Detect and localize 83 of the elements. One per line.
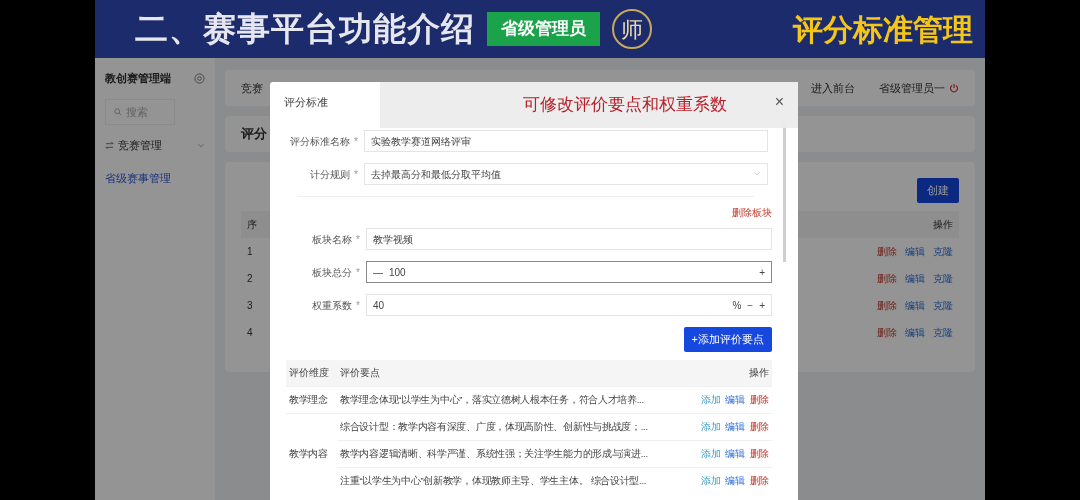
front-link[interactable]: 进入前台 (811, 79, 855, 97)
required-mark: * (354, 135, 358, 147)
slide-title: 二、赛事平台功能介绍 (135, 9, 475, 50)
power-icon[interactable] (949, 83, 959, 93)
action-link[interactable]: 删除 (749, 393, 769, 405)
close-button[interactable]: × (774, 94, 784, 110)
column-header: 操作 (933, 218, 953, 230)
search-icon (114, 107, 122, 116)
increment-button[interactable]: + (759, 264, 765, 280)
action-link[interactable]: 添加 (701, 447, 721, 459)
action-link[interactable]: 编辑 (725, 393, 745, 405)
add-point-button[interactable]: +添加评价要点 (683, 327, 772, 352)
increment-button[interactable]: + (759, 297, 765, 313)
swap-icon (105, 140, 114, 150)
input-field[interactable]: 实验教学赛道网络评审 (364, 130, 768, 152)
column-header: 评价维度 (286, 359, 337, 387)
action-link[interactable]: 添加 (701, 475, 721, 487)
table-cell: 教学理念 (286, 386, 337, 414)
action-link[interactable]: 删除 (749, 420, 769, 432)
action-link[interactable]: 克隆 (933, 245, 953, 257)
app-name: 教创赛管理端 (105, 71, 171, 86)
required-mark: * (356, 233, 360, 245)
action-link[interactable]: 编辑 (905, 272, 925, 284)
column-header: 操作 (684, 359, 772, 387)
table-cell: 1 (247, 245, 253, 257)
column-header: 评价要点 (337, 359, 685, 387)
required-mark: * (356, 299, 360, 311)
field-value: 40 (373, 298, 385, 313)
action-link[interactable]: 添加 (701, 393, 721, 405)
user-name: 省级管理员一 (879, 80, 945, 96)
action-link[interactable]: 删除 (749, 475, 769, 487)
action-link[interactable]: 编辑 (725, 475, 745, 487)
action-link[interactable]: 编辑 (725, 420, 745, 432)
action-link[interactable]: 删除 (877, 245, 897, 257)
table-cell: 教学理念体现“以学生为中心”，落实立德树人根本任务，符合人才培养... (337, 386, 685, 414)
action-link[interactable]: 编辑 (905, 245, 925, 257)
table-cell: 3 (247, 299, 253, 311)
select-field[interactable]: 去掉最高分和最低分取平均值 (364, 163, 768, 185)
field-label: 评分标准名称 (290, 135, 351, 147)
breadcrumb[interactable]: 竞赛 (241, 79, 263, 97)
page-title: 评分 (241, 125, 267, 144)
delete-section-link[interactable]: 删除板块 (732, 205, 772, 220)
logo: 师 (612, 9, 652, 49)
action-link[interactable]: 添加 (701, 420, 721, 432)
unit-label: % (732, 298, 742, 313)
decrement-button[interactable]: − (747, 297, 754, 313)
column-header: 序 (247, 218, 257, 230)
menu-group[interactable]: 竞赛管理 (105, 137, 205, 154)
decrement-button[interactable]: — (373, 264, 383, 280)
action-link[interactable]: 编辑 (905, 299, 925, 311)
table-cell: 综合设计型：教学内容有深度、广度，体现高阶性、创新性与挑战度；... (337, 413, 685, 441)
field-label: 板块总分 (312, 266, 353, 278)
table-cell: 2 (247, 272, 253, 284)
number-field[interactable]: — 100 + (366, 261, 772, 283)
dialog-title: 评分标准 (284, 95, 328, 110)
action-link[interactable]: 克隆 (933, 299, 953, 311)
role-badge: 省级管理员 (487, 12, 600, 46)
action-link[interactable]: 编辑 (725, 447, 745, 459)
chevron-icon (753, 170, 761, 178)
field-label: 计分规则 (310, 168, 351, 180)
annotation-text: 可修改评价要点和权重系数 (523, 94, 727, 117)
field-value: 100 (389, 265, 406, 280)
required-mark: * (354, 168, 358, 180)
field-label: 板块名称 (312, 233, 353, 245)
table-cell: 注重“以学生为中心”创新教学，体现教师主导、学生主体。 综合设计型... (337, 467, 685, 495)
required-mark: * (356, 266, 360, 278)
number-field[interactable]: 40 % − + (366, 294, 772, 316)
settings-icon[interactable] (194, 72, 205, 84)
action-link[interactable]: 编辑 (905, 326, 925, 338)
menu-item[interactable]: 省级赛事管理 (105, 169, 205, 186)
table-cell: 教学内容逻辑清晰、科学严谨、系统性强；关注学生能力的形成与演进... (337, 440, 685, 468)
action-link[interactable]: 克隆 (933, 326, 953, 338)
slide-topic: 评分标准管理 (793, 11, 973, 48)
action-link[interactable]: 克隆 (933, 272, 953, 284)
create-button[interactable]: 创建 (917, 178, 959, 203)
table-cell: 4 (247, 326, 253, 338)
action-link[interactable]: 删除 (877, 326, 897, 338)
input-field[interactable]: 教学视频 (366, 228, 772, 250)
action-link[interactable]: 删除 (749, 447, 769, 459)
field-label: 权重系数 (312, 299, 353, 311)
action-link[interactable]: 删除 (877, 272, 897, 284)
action-link[interactable]: 删除 (877, 299, 897, 311)
table-cell: 教学内容 (286, 413, 337, 495)
